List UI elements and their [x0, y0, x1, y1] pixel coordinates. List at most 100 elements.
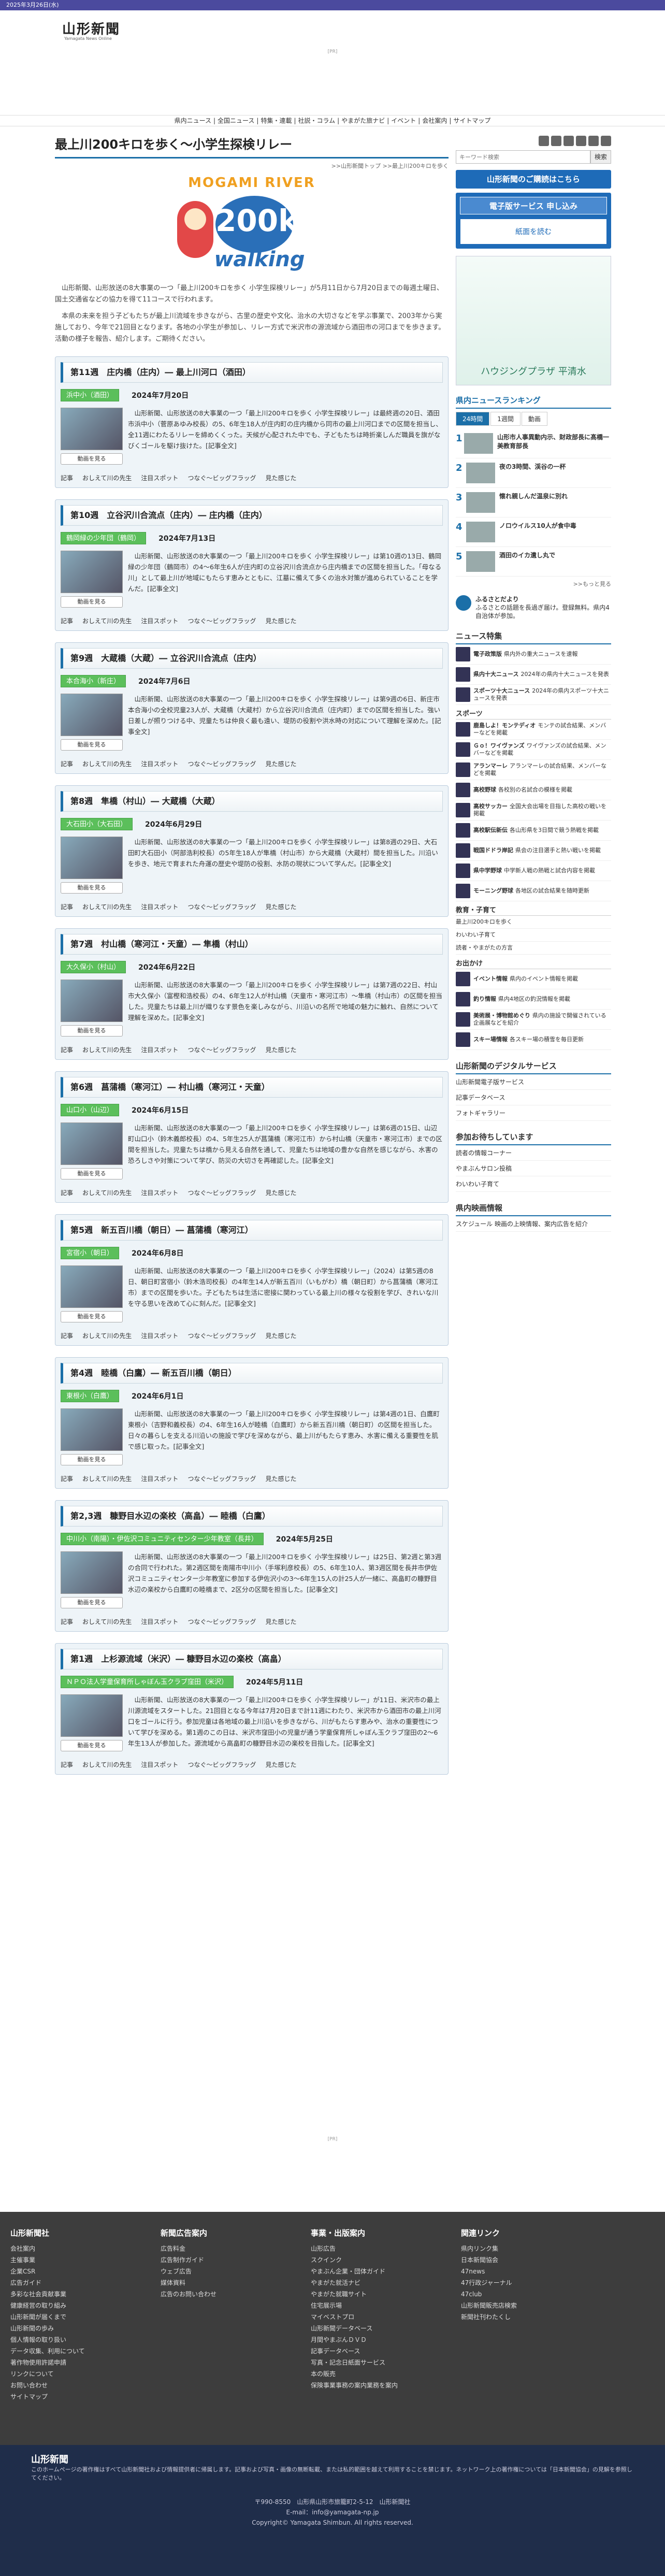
footer-link[interactable]: リンクについて — [10, 2368, 135, 2380]
sidebar-link[interactable]: 記事データベース — [456, 1090, 611, 1105]
section-link[interactable]: 見た感じた — [265, 1618, 296, 1625]
ranking-item[interactable]: 5 酒田のイカ遺し丸で — [456, 547, 611, 577]
footer-link[interactable]: 47news — [461, 2266, 585, 2277]
nav-item[interactable]: やまがた旅ナビ — [341, 117, 385, 124]
section-photo[interactable] — [61, 408, 123, 450]
section-link[interactable]: 記事 — [61, 1761, 73, 1768]
section-link[interactable]: 注目スポット — [141, 760, 178, 768]
footer-link[interactable]: お問い合わせ — [10, 2380, 135, 2391]
section-photo[interactable] — [61, 1551, 123, 1594]
section-link[interactable]: 注目スポット — [141, 1761, 178, 1768]
footer-link[interactable]: 保険事業事務の案内業務を案内 — [311, 2380, 435, 2391]
e-service-button[interactable]: 電子版サービス 申し込み — [460, 197, 607, 214]
footer-link[interactable]: 47club — [461, 2289, 585, 2300]
footer-link[interactable]: マイベストプロ — [311, 2311, 435, 2323]
section-photo[interactable] — [61, 694, 123, 736]
section-link[interactable]: つなぐ～ビッグフラッグ — [187, 903, 256, 911]
ranking-item[interactable]: 1 山形市人事異動内示、財政部長に髙橋一美教育部長 — [456, 429, 611, 458]
video-button[interactable]: 動画を見る — [61, 1311, 123, 1322]
facebook-icon[interactable] — [551, 136, 561, 146]
read-paper-button[interactable]: 紙面を読む — [460, 219, 607, 244]
footer-link[interactable]: サイトマップ — [10, 2391, 135, 2402]
footer-link[interactable]: 広告ガイド — [10, 2277, 135, 2289]
email[interactable]: E-mail：info@yamagata-np.jp — [0, 2507, 665, 2517]
footer-link[interactable]: やまぶん企業・団体ガイド — [311, 2266, 435, 2277]
section-link[interactable]: おしえて川の先生 — [82, 1618, 132, 1625]
footer-link[interactable]: 会社案内 — [10, 2243, 135, 2254]
section-link[interactable]: 記事 — [61, 617, 73, 625]
section-link[interactable]: 注目スポット — [141, 617, 178, 625]
video-button[interactable]: 動画を見る — [61, 1454, 123, 1465]
video-button[interactable]: 動画を見る — [61, 453, 123, 465]
video-button[interactable]: 動画を見る — [61, 1740, 123, 1751]
section-link[interactable]: 見た感じた — [265, 1046, 296, 1054]
nav-item[interactable]: 特集・連載 — [261, 117, 292, 124]
footer-link[interactable]: 山形新聞の歩み — [10, 2323, 135, 2334]
section-link[interactable]: 見た感じた — [265, 617, 296, 625]
sidebar-link[interactable]: やまぶんサロン投稿 — [456, 1161, 611, 1176]
footer-link[interactable]: 県内リンク集 — [461, 2243, 585, 2254]
footer-link[interactable]: 本の販売 — [311, 2368, 435, 2380]
sidebar-link[interactable]: 読者の情報コーナー — [456, 1145, 611, 1161]
sidebar-link[interactable]: フォトギャラリー — [456, 1105, 611, 1121]
footer-link[interactable]: データ収集、利用について — [10, 2345, 135, 2357]
footer-link[interactable]: やまがた就職サイト — [311, 2289, 435, 2300]
section-link[interactable]: おしえて川の先生 — [82, 474, 132, 482]
section-link[interactable]: つなぐ～ビッグフラッグ — [187, 760, 256, 768]
footer-link[interactable]: 多彩な社会貢献事業 — [10, 2289, 135, 2300]
sidebar-link[interactable]: わいわい子育て — [456, 1176, 611, 1192]
section-title[interactable]: 第11週 庄内橋（庄内）― 最上川河口（酒田） — [61, 362, 443, 383]
section-title[interactable]: 第7週 村山橋（寒河江・天童）― 隼橋（村山） — [61, 934, 443, 955]
tiktok-icon[interactable] — [601, 136, 611, 146]
ranking-tab[interactable]: 動画 — [521, 412, 547, 426]
section-title[interactable]: 第9週 大蔵橋（大蔵）― 立谷沢川合流点（庄内） — [61, 648, 443, 669]
section-link[interactable]: おしえて川の先生 — [82, 1189, 132, 1197]
footer-link[interactable]: 日本新聞協会 — [461, 2254, 585, 2266]
ranking-tab[interactable]: 1週間 — [490, 412, 521, 426]
sidebar-link[interactable]: わいわい子育て — [456, 929, 611, 942]
more-link[interactable]: >>もっと見る — [456, 580, 611, 588]
footer-link[interactable]: 山形新聞販売店検索 — [461, 2300, 585, 2311]
section-link[interactable]: 注目スポット — [141, 1332, 178, 1340]
section-link[interactable]: おしえて川の先生 — [82, 1761, 132, 1768]
sidebar-item[interactable]: Ｇｏ！ワイヴァンズ ワイヴァンズの試合結果、メンバーなどを掲載 — [456, 740, 611, 760]
section-link[interactable]: 記事 — [61, 1475, 73, 1483]
sidebar-link[interactable]: 読者・やまがたの方言 — [456, 942, 611, 955]
section-link[interactable]: 注目スポット — [141, 1046, 178, 1054]
site-logo[interactable]: 山形新聞 — [62, 19, 120, 38]
sidebar-item[interactable]: 鹿島しよ！モンテディオ モンテの試合結果、メンバーなどを掲載 — [456, 719, 611, 740]
footer-link[interactable]: 山形新聞データベース — [311, 2323, 435, 2334]
nav-item[interactable]: 全国ニュース — [218, 117, 254, 124]
sidebar-item[interactable]: 県中学野球 中学新人戦の熱戦と試合内容を掲載 — [456, 861, 611, 881]
section-title[interactable]: 第5週 新五百川橋（朝日）― 菖蒲橋（寒河江） — [61, 1220, 443, 1241]
section-link[interactable]: 見た感じた — [265, 760, 296, 768]
section-link[interactable]: つなぐ～ビッグフラッグ — [187, 474, 256, 482]
section-link[interactable]: 注目スポット — [141, 1189, 178, 1197]
section-link[interactable]: おしえて川の先生 — [82, 617, 132, 625]
section-link[interactable]: 見た感じた — [265, 1475, 296, 1483]
section-link[interactable]: 見た感じた — [265, 1761, 296, 1768]
section-title[interactable]: 第8週 隼橋（村山）― 大蔵橋（大蔵） — [61, 791, 443, 812]
section-photo[interactable] — [61, 1265, 123, 1308]
footer-link[interactable]: 住宅展示場 — [311, 2300, 435, 2311]
section-link[interactable]: つなぐ～ビッグフラッグ — [187, 1761, 256, 1768]
footer-link[interactable]: 山形広告 — [311, 2243, 435, 2254]
breadcrumb[interactable]: >>山形新聞トップ >>最上川200キロを歩く — [55, 162, 449, 170]
footer-logo[interactable]: 山形新聞 — [31, 2452, 68, 2466]
section-link[interactable]: 注目スポット — [141, 1475, 178, 1483]
video-button[interactable]: 動画を見る — [61, 596, 123, 608]
section-link[interactable]: おしえて川の先生 — [82, 1046, 132, 1054]
footer-link[interactable]: ウェブ広告 — [161, 2266, 285, 2277]
footer-link[interactable]: 媒体資料 — [161, 2277, 285, 2289]
section-link[interactable]: 見た感じた — [265, 903, 296, 911]
line-icon[interactable] — [588, 136, 599, 146]
sidebar-item[interactable]: 電子政策版 県内外の重大ニュースを速報 — [456, 644, 611, 665]
footer-link[interactable]: 個人情報の取り扱い — [10, 2334, 135, 2345]
footer-link[interactable]: 47行政ジャーナル — [461, 2277, 585, 2289]
section-link[interactable]: 注目スポット — [141, 1618, 178, 1625]
section-photo[interactable] — [61, 551, 123, 593]
nav-item[interactable]: 県内ニュース — [175, 117, 211, 124]
sidebar-link[interactable]: 山形新聞電子版サービス — [456, 1074, 611, 1090]
footer-link[interactable]: 健康経営の取り組み — [10, 2300, 135, 2311]
x-icon[interactable] — [563, 136, 574, 146]
